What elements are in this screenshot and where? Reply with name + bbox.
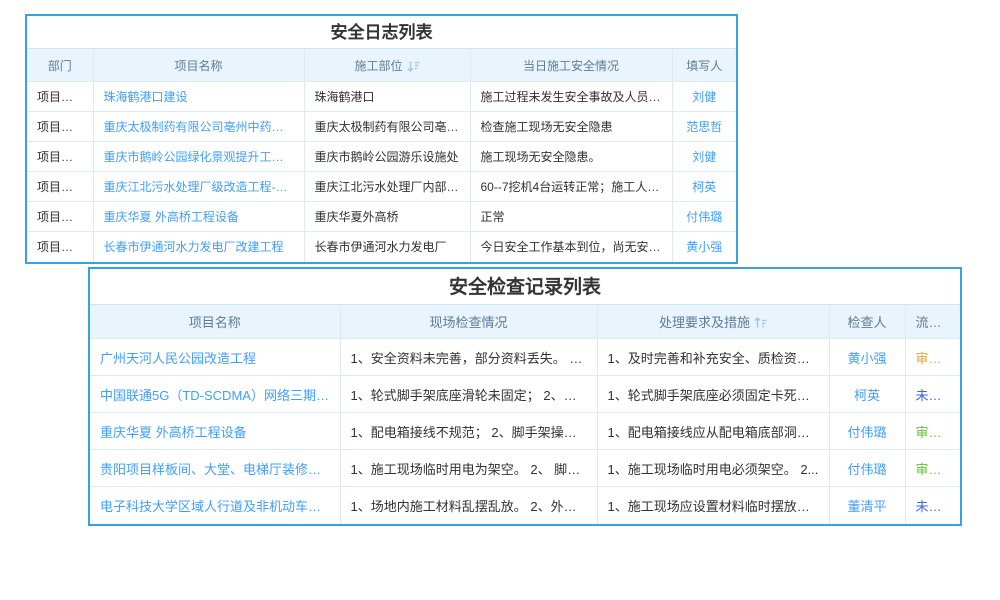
department-cell: 项目三部 <box>27 82 93 112</box>
inspection-cell: 1、配电箱接线不规范； 2、脚手架操作... <box>340 413 597 450</box>
reporter-link[interactable]: 刘健 <box>672 82 736 112</box>
status-badge: 未提交 <box>905 376 960 413</box>
project-link[interactable]: 贵阳项目样板间、大堂、电梯厅装修工程 <box>90 450 340 487</box>
project-link[interactable]: 重庆太极制药有限公司亳州中药材仓... <box>93 112 304 142</box>
table-row: 项目三部 长春市伊通河水力发电厂改建工程 长春市伊通河水力发电厂 今日安全工作基… <box>27 232 736 262</box>
location-cell: 重庆华夏外高桥 <box>304 202 470 232</box>
inspection-record-title: 安全检查记录列表 <box>90 269 960 304</box>
col-header-site-inspection: 现场检查情况 <box>340 305 597 339</box>
col-header-reporter: 填写人 <box>672 49 736 82</box>
inspection-record-panel: 安全检查记录列表 项目名称 现场检查情况 处理要求及措施 检查人 流程状态 广州… <box>88 267 962 526</box>
inspector-link[interactable]: 董清平 <box>829 487 905 524</box>
inspection-record-table: 项目名称 现场检查情况 处理要求及措施 检查人 流程状态 广州天河人民公园改造工… <box>90 304 960 524</box>
project-link[interactable]: 电子科技大学区域人行道及非机动车道工... <box>90 487 340 524</box>
table-row: 项目一部 重庆太极制药有限公司亳州中药材仓... 重庆太极制药有限公司亳州...… <box>27 112 736 142</box>
reporter-link[interactable]: 黄小强 <box>672 232 736 262</box>
measures-cell: 1、轮式脚手架底座必须固定卡死； ... <box>597 376 829 413</box>
sort-icon[interactable] <box>754 317 767 329</box>
table-row: 项目三部 珠海鹤港口建设 珠海鹤港口 施工过程未发生安全事故及人员受伤情况 刘健 <box>27 82 736 112</box>
table-row: 项目一部 重庆江北污水处理厂级改造工程-道路... 重庆江北污水处理厂内部道路 … <box>27 172 736 202</box>
inspector-link[interactable]: 付伟璐 <box>829 413 905 450</box>
reporter-link[interactable]: 付伟璐 <box>672 202 736 232</box>
location-cell: 重庆江北污水处理厂内部道路 <box>304 172 470 202</box>
situation-cell: 施工现场无安全隐患。 <box>470 142 672 172</box>
status-badge: 审批通过 <box>905 413 960 450</box>
col-header-workflow-status: 流程状态 <box>905 305 960 339</box>
location-cell: 珠海鹤港口 <box>304 82 470 112</box>
project-link[interactable]: 中国联通5G（TD-SCDMA）网络三期四... <box>90 376 340 413</box>
project-link[interactable]: 长春市伊通河水力发电厂改建工程 <box>93 232 304 262</box>
table-row: 广州天河人民公园改造工程 1、安全资料未完善，部分资料丢失。 2... 1、及时… <box>90 339 960 376</box>
reporter-link[interactable]: 范思哲 <box>672 112 736 142</box>
project-link[interactable]: 重庆华夏 外高桥工程设备 <box>90 413 340 450</box>
location-cell: 重庆太极制药有限公司亳州... <box>304 112 470 142</box>
table-row: 中国联通5G（TD-SCDMA）网络三期四... 1、轮式脚手架底座滑轮未固定；… <box>90 376 960 413</box>
safety-log-title: 安全日志列表 <box>27 16 736 48</box>
header-row: 项目名称 现场检查情况 处理要求及措施 检查人 流程状态 <box>90 305 960 339</box>
table-row: 项目三部 重庆市鹅岭公园绿化景观提升工程施工 重庆市鹅岭公园游乐设施处 施工现场… <box>27 142 736 172</box>
inspection-cell: 1、场地内施工材料乱摆乱放。 2、外架... <box>340 487 597 524</box>
project-link[interactable]: 重庆市鹅岭公园绿化景观提升工程施工 <box>93 142 304 172</box>
col-header-project-name: 项目名称 <box>90 305 340 339</box>
inspector-link[interactable]: 付伟璐 <box>829 450 905 487</box>
inspection-cell: 1、轮式脚手架底座滑轮未固定； 2、现... <box>340 376 597 413</box>
measures-cell: 1、及时完善和补充安全、质检资料... <box>597 339 829 376</box>
header-row: 部门 项目名称 施工部位 当日施工安全情况 填写人 <box>27 49 736 82</box>
measures-cell: 1、配电箱接线应从配电箱底部洞口... <box>597 413 829 450</box>
department-cell: 项目一部 <box>27 172 93 202</box>
sort-icon[interactable] <box>407 60 420 72</box>
col-header-inspector: 检查人 <box>829 305 905 339</box>
project-link[interactable]: 重庆江北污水处理厂级改造工程-道路... <box>93 172 304 202</box>
situation-cell: 60--7挖机4台运转正常；施工人员无违... <box>470 172 672 202</box>
col-header-department: 部门 <box>27 49 93 82</box>
col-header-project-name: 项目名称 <box>93 49 304 82</box>
measures-cell: 1、施工现场临时用电必须架空。 2... <box>597 450 829 487</box>
department-cell: 项目二部 <box>27 202 93 232</box>
inspector-link[interactable]: 柯英 <box>829 376 905 413</box>
table-row: 贵阳项目样板间、大堂、电梯厅装修工程 1、施工现场临时用电为架空。 2、 脚手.… <box>90 450 960 487</box>
situation-cell: 检查施工现场无安全隐患 <box>470 112 672 142</box>
measures-cell: 1、施工现场应设置材料临时摆放区... <box>597 487 829 524</box>
col-header-construction-part[interactable]: 施工部位 <box>304 49 470 82</box>
table-row: 项目二部 重庆华夏 外高桥工程设备 重庆华夏外高桥 正常 付伟璐 <box>27 202 736 232</box>
inspector-link[interactable]: 黄小强 <box>829 339 905 376</box>
location-cell: 长春市伊通河水力发电厂 <box>304 232 470 262</box>
situation-cell: 正常 <box>470 202 672 232</box>
status-badge: 审批中 <box>905 339 960 376</box>
project-link[interactable]: 广州天河人民公园改造工程 <box>90 339 340 376</box>
status-badge: 审批通过 <box>905 450 960 487</box>
department-cell: 项目一部 <box>27 112 93 142</box>
col-header-daily-safety: 当日施工安全情况 <box>470 49 672 82</box>
department-cell: 项目三部 <box>27 232 93 262</box>
reporter-link[interactable]: 柯英 <box>672 172 736 202</box>
reporter-link[interactable]: 刘健 <box>672 142 736 172</box>
project-link[interactable]: 重庆华夏 外高桥工程设备 <box>93 202 304 232</box>
project-link[interactable]: 珠海鹤港口建设 <box>93 82 304 112</box>
department-cell: 项目三部 <box>27 142 93 172</box>
inspection-cell: 1、施工现场临时用电为架空。 2、 脚手... <box>340 450 597 487</box>
location-cell: 重庆市鹅岭公园游乐设施处 <box>304 142 470 172</box>
inspection-cell: 1、安全资料未完善，部分资料丢失。 2... <box>340 339 597 376</box>
status-badge: 未提交 <box>905 487 960 524</box>
table-row: 重庆华夏 外高桥工程设备 1、配电箱接线不规范； 2、脚手架操作... 1、配电… <box>90 413 960 450</box>
col-header-measures[interactable]: 处理要求及措施 <box>597 305 829 339</box>
safety-log-table: 部门 项目名称 施工部位 当日施工安全情况 填写人 项目三部 珠海鹤港口建设 珠… <box>27 48 736 262</box>
table-row: 电子科技大学区域人行道及非机动车道工... 1、场地内施工材料乱摆乱放。 2、外… <box>90 487 960 524</box>
situation-cell: 今日安全工作基本到位，尚无安全隐患... <box>470 232 672 262</box>
safety-log-panel: 安全日志列表 部门 项目名称 施工部位 当日施工安全情况 填写人 项目三部 珠海… <box>25 14 738 264</box>
situation-cell: 施工过程未发生安全事故及人员受伤情况 <box>470 82 672 112</box>
